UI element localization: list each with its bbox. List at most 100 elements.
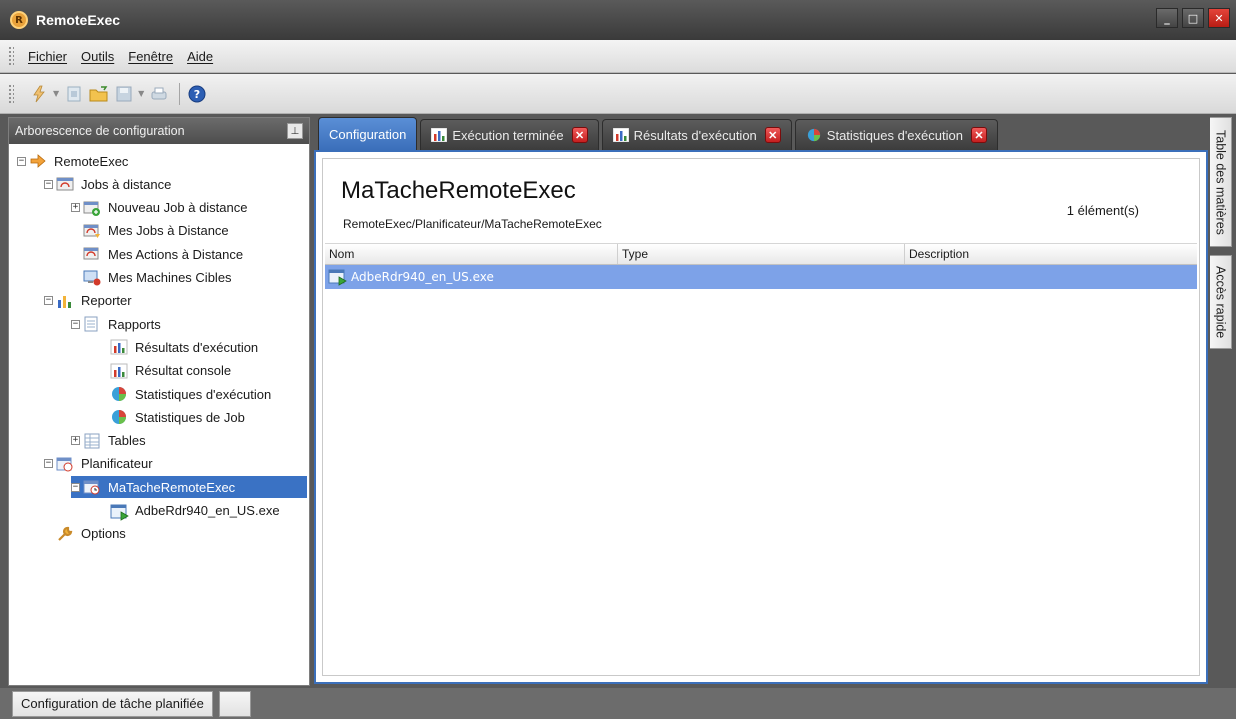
expand-icon[interactable]: + <box>71 203 80 213</box>
tree-node-label: Tables <box>108 433 146 449</box>
close-tab-icon[interactable]: ✕ <box>571 127 588 143</box>
my-actions-icon <box>83 246 101 262</box>
menu-outils[interactable]: Outils <box>81 49 114 64</box>
run-icon[interactable] <box>28 83 50 105</box>
remoteexec-icon <box>29 153 47 169</box>
menu-fichier[interactable]: Fichier <box>28 49 67 64</box>
tree-node-label: Mes Machines Cibles <box>108 270 232 285</box>
tab-label: Exécution terminée <box>452 127 564 143</box>
bar-chart-icon <box>110 363 128 379</box>
status-text: Configuration de tâche planifiée <box>12 690 213 717</box>
configuration-tree-panel: Arborescence de configuration ⊥ − RemoteE… <box>8 117 310 686</box>
expand-icon[interactable]: + <box>71 436 80 446</box>
new-icon[interactable] <box>63 83 85 105</box>
status-bar: Configuration de tâche planifiée <box>0 688 1236 719</box>
tree-node[interactable]: − Jobs à distance <box>44 173 174 195</box>
tree-node[interactable]: − Rapports <box>71 313 164 335</box>
toolbar-separator <box>179 82 181 105</box>
save-dropdown-icon[interactable]: ▼ <box>138 89 144 98</box>
pie-chart-icon <box>807 128 820 142</box>
open-folder-icon[interactable] <box>88 83 110 105</box>
tab-statistiques-execution[interactable]: Statistiques d'exécution ✕ <box>794 119 998 150</box>
tree-node-label: Options <box>81 526 126 542</box>
breadcrumb: RemoteExec/Planificateur/MaTacheRemoteEx… <box>343 217 602 231</box>
side-tab-table-des-matieres[interactable]: Table des matières <box>1210 117 1232 247</box>
bar-chart-icon <box>612 128 629 142</box>
status-panel-empty <box>218 690 251 717</box>
menu-bar: Fichier Outils Fenêtre Aide <box>0 40 1236 73</box>
tree-node[interactable]: − RemoteExec <box>17 150 131 172</box>
bar-chart-icon <box>110 339 128 355</box>
tree-node[interactable]: − MaTacheRemoteExec <box>71 476 307 499</box>
tree-node-label: Statistiques d'exécution <box>135 386 272 402</box>
scheduled-task-icon <box>83 479 101 495</box>
column-header-nom[interactable]: Nom <box>325 244 618 264</box>
tree-node-label: Planificateur <box>81 456 153 472</box>
tree-node[interactable]: Résultat console <box>98 360 234 382</box>
save-icon[interactable] <box>113 83 135 105</box>
help-icon[interactable]: ? <box>186 83 208 105</box>
page-title: MaTacheRemoteExec <box>341 177 576 204</box>
jobs-icon <box>56 176 74 192</box>
tree-node[interactable]: Mes Actions à Distance <box>71 243 246 265</box>
toolbar: ▼ ▼ ? <box>0 74 1236 114</box>
menu-aide[interactable]: Aide <box>187 49 213 64</box>
table-row[interactable]: AdbeRdr940_en_US.exe <box>325 265 1197 289</box>
collapse-icon[interactable]: − <box>71 319 80 329</box>
app-logo-icon: R <box>10 11 28 29</box>
row-name: AdbeRdr940_en_US.exe <box>351 270 494 284</box>
menu-fenetre[interactable]: Fenêtre <box>128 49 173 64</box>
tree-node-label: RemoteExec <box>54 153 129 169</box>
tree-node-label: Résultats d'exécution <box>135 339 259 355</box>
new-job-icon <box>83 200 101 216</box>
collapse-icon[interactable]: − <box>44 459 53 469</box>
collapse-icon[interactable]: − <box>44 296 53 306</box>
toolbar-grip-icon[interactable] <box>8 83 14 104</box>
collapse-icon[interactable]: − <box>44 179 53 189</box>
tree-node-label: Rapports <box>108 316 161 332</box>
tree-node-label: Mes Jobs à Distance <box>108 223 229 239</box>
document-tabs: Configuration Exécution terminée ✕ Résul… <box>318 117 1001 150</box>
tree-node[interactable]: Mes Jobs à Distance <box>71 220 232 242</box>
tree-node[interactable]: + Tables <box>71 430 149 452</box>
tree-node-label: Résultat console <box>135 363 232 379</box>
close-tab-icon[interactable]: ✕ <box>970 127 987 143</box>
scheduler-icon <box>56 456 74 472</box>
tree-node[interactable]: AdbeRdr940_en_US.exe <box>98 500 283 522</box>
tree-node-label: MaTacheRemoteExec <box>108 479 236 495</box>
tree-node[interactable]: + Nouveau Job à distance <box>71 197 250 219</box>
pin-icon[interactable]: ⊥ <box>287 123 303 139</box>
column-header-description[interactable]: Description <box>905 244 1197 264</box>
reports-icon <box>83 316 101 332</box>
tree-node[interactable]: − Planificateur <box>44 453 156 475</box>
target-machines-icon <box>83 270 101 286</box>
column-header-type[interactable]: Type <box>618 244 905 264</box>
run-dropdown-icon[interactable]: ▼ <box>53 89 59 98</box>
collapse-icon[interactable]: − <box>17 156 26 166</box>
title-bar: R RemoteExec _ □ ✕ <box>0 0 1236 40</box>
tab-configuration[interactable]: Configuration <box>318 117 418 150</box>
wrench-icon <box>56 526 74 542</box>
tab-label: Résultats d'exécution <box>633 127 757 143</box>
tree-node[interactable]: Mes Machines Cibles <box>71 267 235 289</box>
tree-node[interactable]: Options <box>44 523 129 545</box>
side-tab-acces-rapide[interactable]: Accès rapide <box>1210 255 1232 349</box>
tree-node[interactable]: Résultats d'exécution <box>98 336 261 358</box>
pie-chart-icon <box>110 386 128 402</box>
maximize-button[interactable]: □ <box>1182 8 1204 28</box>
tree-node[interactable]: − Reporter <box>44 290 135 312</box>
tree-node-label: Reporter <box>81 293 132 309</box>
tree-node[interactable]: Statistiques de Job <box>98 406 248 428</box>
minimize-button[interactable]: _ <box>1156 8 1178 28</box>
tab-execution-terminee[interactable]: Exécution terminée ✕ <box>420 119 599 150</box>
tab-resultats-execution[interactable]: Résultats d'exécution ✕ <box>601 119 792 150</box>
close-tab-icon[interactable]: ✕ <box>764 127 781 143</box>
configuration-view: MaTacheRemoteExec RemoteExec/Planificate… <box>314 150 1208 684</box>
tree-node[interactable]: Statistiques d'exécution <box>98 383 274 405</box>
collapse-icon[interactable]: − <box>71 482 80 492</box>
print-icon[interactable] <box>148 83 170 105</box>
menu-grip-icon[interactable] <box>8 46 14 66</box>
configuration-content: MaTacheRemoteExec RemoteExec/Planificate… <box>322 158 1200 676</box>
close-button[interactable]: ✕ <box>1208 8 1230 28</box>
executable-icon <box>328 269 347 286</box>
